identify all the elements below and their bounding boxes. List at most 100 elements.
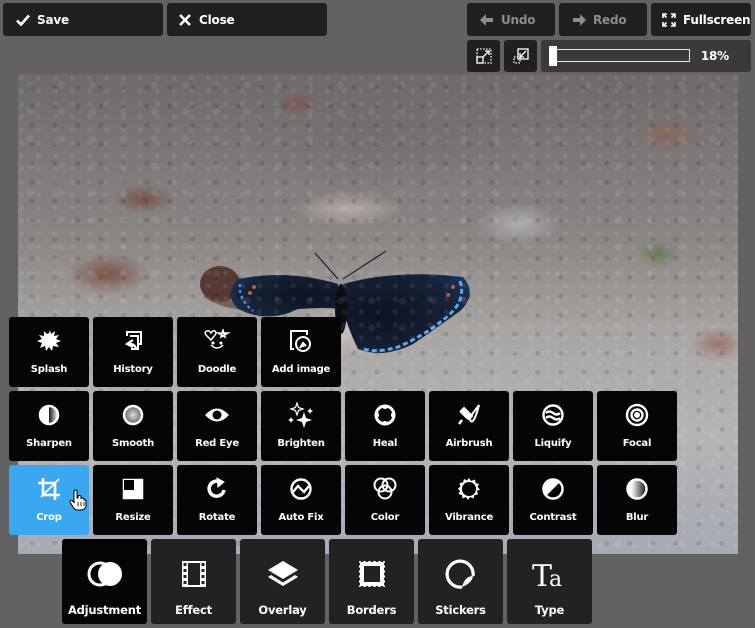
tool-label: Focal bbox=[622, 438, 652, 449]
tool-label: Splash bbox=[30, 364, 68, 375]
blur-icon bbox=[597, 477, 677, 501]
tool-label: Heal bbox=[372, 438, 398, 449]
airbrush-icon bbox=[429, 403, 509, 427]
svg-text:a: a bbox=[549, 567, 562, 590]
tool-airbrush[interactable]: Airbrush bbox=[429, 391, 509, 461]
fit-to-screen-button[interactable] bbox=[467, 40, 500, 72]
category-label: Overlay bbox=[258, 603, 307, 617]
resize-icon bbox=[93, 477, 173, 501]
eye-icon bbox=[177, 403, 257, 427]
tool-contrast[interactable]: Contrast bbox=[513, 465, 593, 535]
redo-label: Redo bbox=[593, 12, 627, 27]
tool-label: History bbox=[113, 364, 153, 375]
tool-label: Liquify bbox=[534, 438, 572, 449]
tool-label: Airbrush bbox=[445, 438, 493, 449]
category-effect[interactable]: Effect bbox=[151, 539, 236, 624]
smooth-icon bbox=[93, 403, 173, 427]
tool-label: Crop bbox=[36, 512, 62, 523]
save-button[interactable]: Save bbox=[3, 3, 163, 36]
rotate-icon bbox=[177, 477, 257, 501]
tool-label: Auto Fix bbox=[278, 512, 324, 523]
tool-brighten[interactable]: Brighten bbox=[261, 391, 341, 461]
fullscreen-label: Fullscreen bbox=[683, 12, 751, 27]
undo-button[interactable]: Undo bbox=[467, 3, 555, 36]
tool-add-image[interactable]: Add image bbox=[261, 317, 341, 387]
arrow-right-icon bbox=[571, 13, 587, 26]
tool-label: Red Eye bbox=[195, 438, 239, 449]
tool-auto-fix[interactable]: Auto Fix bbox=[261, 465, 341, 535]
tool-label: Smooth bbox=[111, 438, 155, 449]
tool-splash[interactable]: Splash bbox=[9, 317, 89, 387]
fullscreen-button[interactable]: Fullscreen bbox=[651, 3, 751, 36]
fullscreen-icon bbox=[661, 12, 677, 27]
history-icon bbox=[93, 329, 173, 353]
liquify-icon bbox=[513, 403, 593, 427]
tool-label: Blur bbox=[625, 512, 649, 523]
arrow-left-icon bbox=[479, 13, 495, 26]
splash-icon bbox=[9, 329, 89, 353]
redo-button[interactable]: Redo bbox=[559, 3, 647, 36]
category-label: Borders bbox=[346, 603, 397, 617]
sharpen-icon bbox=[9, 403, 89, 427]
tool-label: Vibrance bbox=[444, 512, 494, 523]
tool-label: Resize bbox=[115, 512, 151, 523]
tool-history[interactable]: History bbox=[93, 317, 173, 387]
category-label: Effect bbox=[175, 603, 212, 617]
zoom-slider-handle[interactable] bbox=[549, 46, 557, 66]
adjustment-icon bbox=[62, 559, 147, 589]
actual-size-icon bbox=[512, 48, 529, 64]
checkmark-icon bbox=[15, 14, 31, 26]
tool-focal[interactable]: Focal bbox=[597, 391, 677, 461]
tool-heal[interactable]: Heal bbox=[345, 391, 425, 461]
auto-fix-icon bbox=[261, 477, 341, 501]
category-overlay[interactable]: Overlay bbox=[240, 539, 325, 624]
tool-color[interactable]: Color bbox=[345, 465, 425, 535]
category-stickers[interactable]: Stickers bbox=[418, 539, 503, 624]
category-label: Type bbox=[534, 603, 565, 617]
target-icon bbox=[597, 403, 677, 427]
tool-label: Sharpen bbox=[26, 438, 72, 449]
heal-icon bbox=[345, 403, 425, 427]
tool-label: Doodle bbox=[197, 364, 237, 375]
tool-vibrance[interactable]: Vibrance bbox=[429, 465, 509, 535]
tool-smooth[interactable]: Smooth bbox=[93, 391, 173, 461]
tool-label: Contrast bbox=[529, 512, 577, 523]
sticker-icon bbox=[418, 559, 503, 589]
tool-resize[interactable]: Resize bbox=[93, 465, 173, 535]
category-label: Adjustment bbox=[67, 603, 142, 617]
contrast-icon bbox=[513, 477, 593, 501]
zoom-percent: 18% bbox=[700, 49, 729, 63]
category-label: Stickers bbox=[435, 603, 486, 617]
close-button[interactable]: Close bbox=[167, 3, 327, 36]
tool-label: Add image bbox=[271, 364, 331, 375]
add-image-icon bbox=[261, 329, 341, 353]
hand-pointer-cursor bbox=[69, 489, 87, 511]
tool-rotate[interactable]: Rotate bbox=[177, 465, 257, 535]
zoom-slider-track[interactable] bbox=[549, 49, 690, 62]
color-circles-icon bbox=[345, 477, 425, 501]
stamp-border-icon bbox=[329, 559, 414, 589]
tool-label: Brighten bbox=[277, 438, 325, 449]
tool-sharpen[interactable]: Sharpen bbox=[9, 391, 89, 461]
save-label: Save bbox=[37, 12, 69, 27]
category-borders[interactable]: Borders bbox=[329, 539, 414, 624]
type-icon: Ta bbox=[507, 559, 592, 590]
fit-to-screen-icon bbox=[475, 48, 492, 64]
category-type[interactable]: Ta Type bbox=[507, 539, 592, 624]
tool-label: Rotate bbox=[198, 512, 236, 523]
tool-liquify[interactable]: Liquify bbox=[513, 391, 593, 461]
close-label: Close bbox=[199, 12, 235, 27]
tool-doodle[interactable]: Doodle bbox=[177, 317, 257, 387]
x-icon bbox=[177, 13, 193, 26]
tool-blur[interactable]: Blur bbox=[597, 465, 677, 535]
film-icon bbox=[151, 559, 236, 589]
vibrance-icon bbox=[429, 477, 509, 501]
doodle-icon bbox=[177, 329, 257, 353]
undo-label: Undo bbox=[501, 12, 536, 27]
actual-size-button[interactable] bbox=[504, 40, 537, 72]
tool-red-eye[interactable]: Red Eye bbox=[177, 391, 257, 461]
tool-label: Color bbox=[370, 512, 400, 523]
zoom-control: 18% bbox=[541, 40, 751, 72]
sparkles-icon bbox=[261, 402, 341, 428]
category-adjustment[interactable]: Adjustment bbox=[62, 539, 147, 624]
